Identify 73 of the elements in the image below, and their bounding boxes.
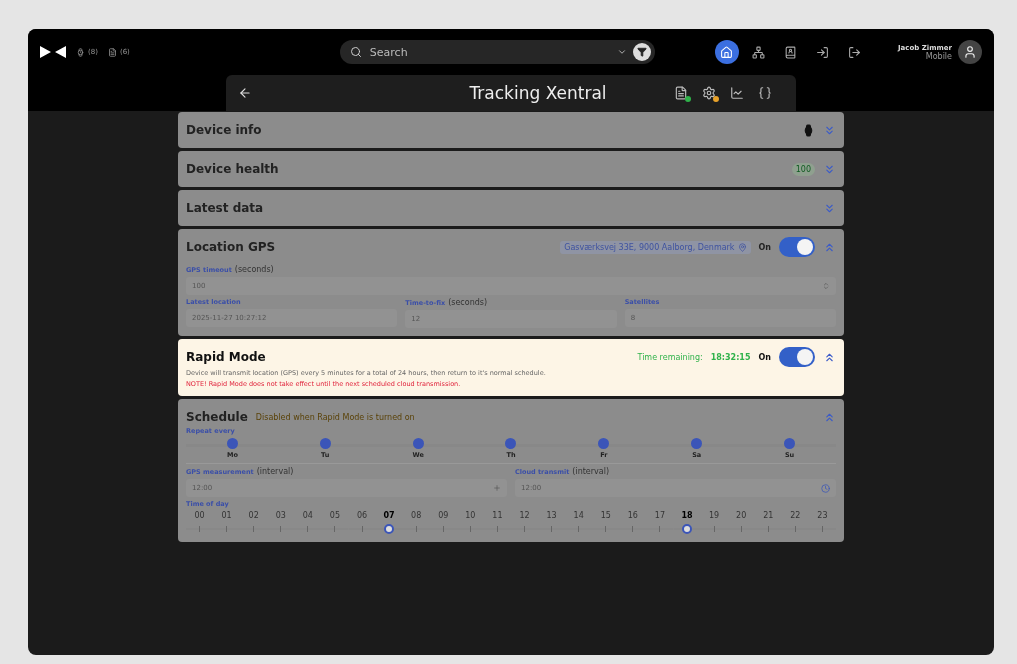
- day-toggle[interactable]: [505, 438, 517, 449]
- page-title: Tracking Xentral: [468, 83, 608, 103]
- section-title: Device health: [186, 162, 280, 176]
- section-title: Latest data: [186, 201, 265, 215]
- section-title: Location GPS: [186, 240, 277, 254]
- map-pin-icon: [737, 242, 747, 252]
- user-role: Mobile: [925, 51, 952, 61]
- hour-label: 12: [519, 511, 530, 520]
- unit-label: (seconds): [448, 298, 488, 307]
- hour-label: 05: [329, 511, 341, 520]
- unit-label: (interval): [572, 467, 610, 476]
- time-remaining-value: 18:32:15: [710, 352, 751, 362]
- unit-label: (seconds): [234, 265, 274, 274]
- day-toggle[interactable]: [412, 438, 424, 449]
- hour-label: 21: [763, 511, 774, 520]
- day-toggle[interactable]: [598, 438, 610, 449]
- search-field[interactable]: Search: [367, 44, 611, 60]
- slider-thumb[interactable]: [384, 524, 395, 534]
- hour-label: 16: [627, 511, 638, 520]
- home-icon[interactable]: [714, 40, 739, 64]
- hour-label: 08: [411, 511, 422, 520]
- clock-icon: [821, 483, 830, 493]
- braces-icon[interactable]: [758, 86, 772, 100]
- hour-label: 00: [194, 511, 205, 520]
- time-remaining-label: Time remaining:: [637, 352, 703, 362]
- hour-label: 01: [221, 511, 232, 520]
- toggle-label: On: [758, 242, 771, 252]
- slider-thumb[interactable]: [682, 524, 693, 534]
- search-bar[interactable]: Search: [339, 40, 655, 64]
- filter-icon: [636, 47, 647, 57]
- watch-icon: [76, 47, 85, 57]
- hour-label: 22: [790, 511, 801, 520]
- hour-label: 20: [736, 511, 747, 520]
- filter-button[interactable]: [632, 43, 651, 61]
- day-toggle[interactable]: [226, 438, 238, 449]
- hour-label: 19: [709, 511, 720, 520]
- hour-label: 10: [465, 511, 476, 520]
- bowtie-logo: [40, 46, 66, 58]
- settings-icon[interactable]: [702, 86, 716, 100]
- hour-label: 03: [275, 511, 286, 520]
- user-avatar[interactable]: [958, 40, 982, 64]
- disabled-hint: Disabled when Rapid Mode is turned on: [255, 412, 416, 422]
- hour-label: 11: [492, 511, 503, 520]
- section-title: Schedule: [186, 410, 248, 424]
- hour-label: 07: [383, 511, 395, 520]
- watch-icon: [802, 123, 815, 137]
- toggle-label: On: [758, 352, 771, 362]
- toggle-switch[interactable]: [779, 237, 815, 257]
- hour-label: 09: [438, 511, 449, 520]
- hour-label: 04: [302, 511, 313, 520]
- hour-label: 14: [573, 511, 584, 520]
- chart-icon[interactable]: [730, 86, 744, 100]
- unit-label: (interval): [256, 467, 294, 476]
- section-title: Rapid Mode: [186, 350, 267, 364]
- toggle-switch[interactable]: [779, 347, 815, 367]
- dropdown-caret-icon[interactable]: [616, 47, 627, 57]
- hour-label: 13: [546, 511, 557, 520]
- hour-label: 18: [681, 511, 693, 520]
- hour-label: 15: [600, 511, 611, 520]
- battery-badge: 100: [791, 162, 815, 176]
- hour-label: 06: [356, 511, 368, 520]
- back-icon[interactable]: [238, 86, 252, 100]
- section-title: Device info: [186, 123, 263, 137]
- address-link[interactable]: Gasværksvej 33E, 9000 Aalborg, Denmark: [560, 240, 751, 254]
- day-toggle[interactable]: [784, 438, 796, 449]
- day-toggle[interactable]: [691, 438, 703, 449]
- hour-label: 17: [654, 511, 666, 520]
- device-status-icon[interactable]: [674, 86, 688, 100]
- hour-label: 02: [248, 511, 259, 520]
- hour-label: 23: [817, 511, 828, 520]
- day-toggle[interactable]: [319, 438, 331, 449]
- plus-icon: [493, 484, 501, 492]
- search-icon: [349, 46, 362, 58]
